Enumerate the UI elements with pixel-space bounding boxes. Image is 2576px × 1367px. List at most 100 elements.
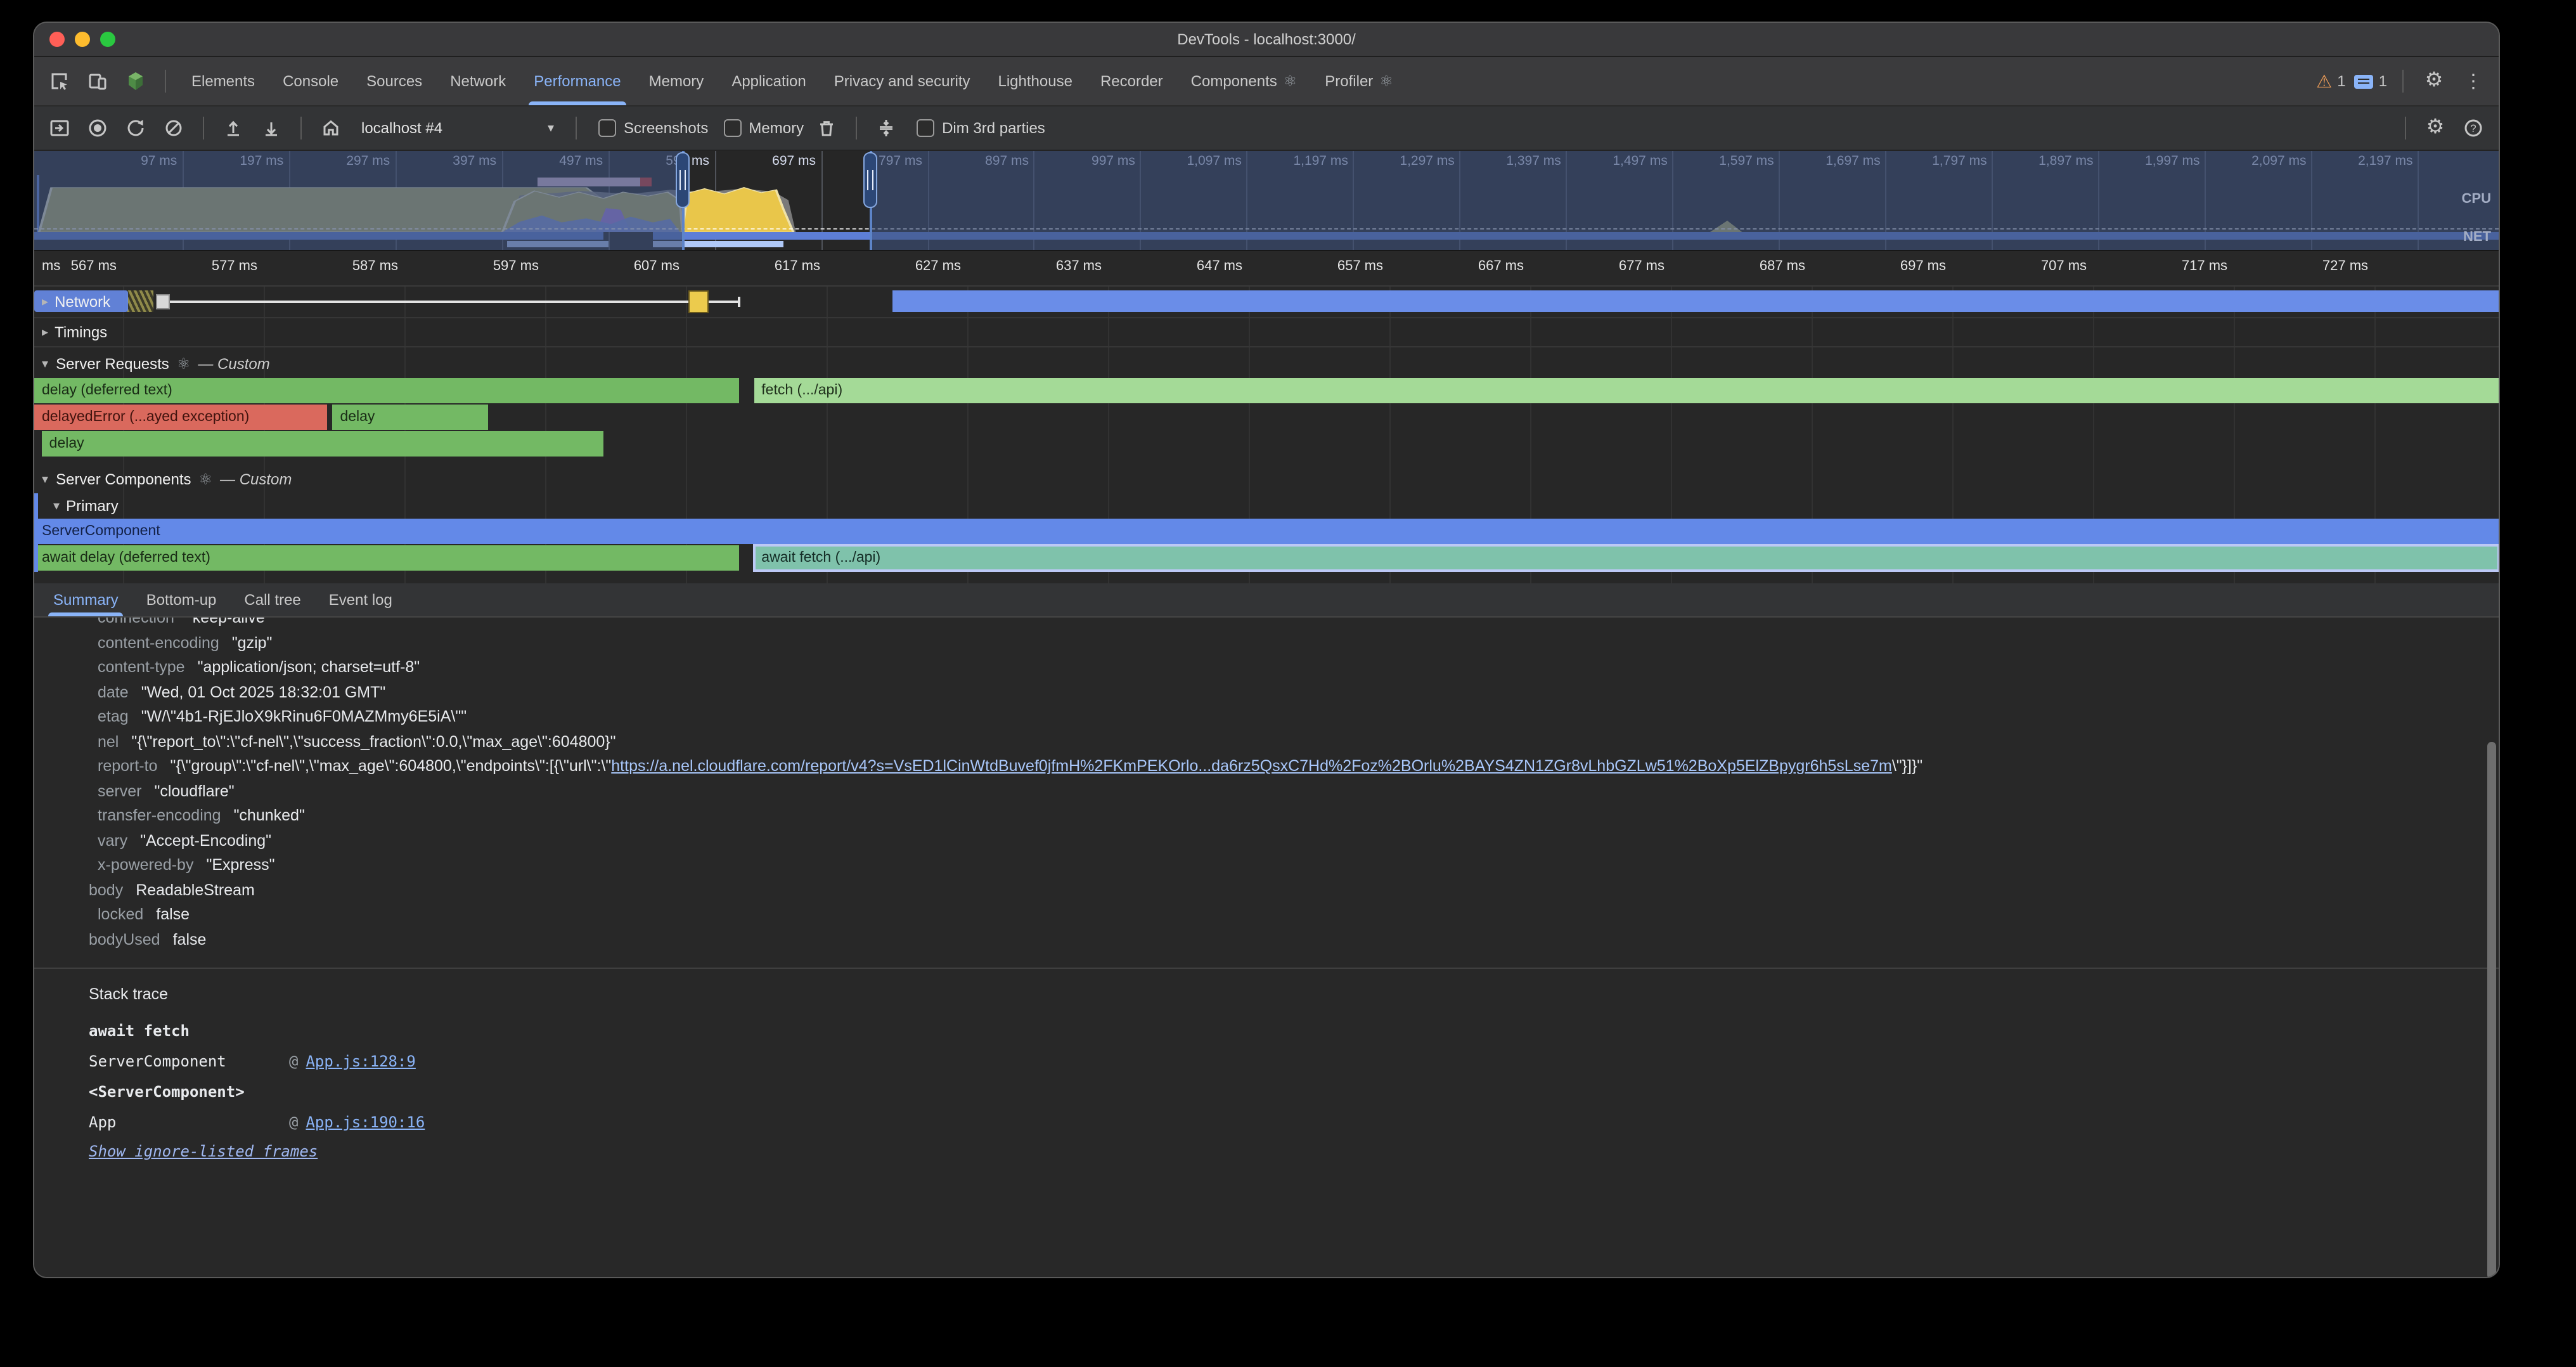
tab-recorder[interactable]: Recorder (1086, 57, 1177, 105)
close-window-button[interactable] (49, 32, 65, 47)
header-value: "chunked" (234, 807, 305, 824)
server-components-header[interactable]: ▾ Server Components ⚛ — Custom (34, 465, 2499, 493)
selection-handle-left[interactable] (676, 152, 690, 208)
details-tab-bottom-up[interactable]: Bottom-up (132, 583, 231, 616)
tab-performance[interactable]: Performance (520, 57, 634, 105)
header-key: content-type (98, 658, 185, 676)
bar-label: delayedError (...ayed exception) (42, 410, 249, 425)
screenshots-checkbox-group[interactable]: Screenshots (598, 119, 708, 137)
dim-3rd-parties-checkbox-group[interactable]: Dim 3rd parties (917, 119, 1045, 137)
servercomponent-bar[interactable]: ServerComponent (34, 519, 2499, 544)
tab-label: Event log (329, 591, 392, 609)
home-icon[interactable] (316, 113, 346, 143)
selection-handle-right[interactable] (863, 152, 877, 208)
delayederror-ayed-exception-bar[interactable]: delayedError (...ayed exception) (34, 405, 328, 430)
await-delay-deferred-text-bar[interactable]: await delay (deferred text) (34, 545, 739, 571)
network-request-selected-box[interactable] (688, 290, 708, 313)
network-track-header[interactable]: ▸ Network (42, 287, 110, 317)
summary-pane[interactable]: connection"keep-alive"content-encoding"g… (34, 618, 2499, 1277)
active-tab-underline (48, 612, 124, 616)
garbage-collect-icon[interactable] (811, 113, 842, 143)
primary-thread-header[interactable]: ▾ Primary (34, 493, 2499, 519)
help-icon[interactable]: ? (2458, 113, 2489, 143)
delay-deferred-text-bar[interactable]: delay (deferred text) (34, 378, 739, 403)
network-track[interactable]: ▸ Network (34, 287, 2499, 318)
tab-profiler[interactable]: Profiler⚛ (1311, 57, 1407, 105)
clear-icon[interactable] (158, 113, 189, 143)
capture-settings-gear-icon[interactable]: ⚙ (2420, 113, 2450, 143)
collapsed-triangle-icon: ▸ (42, 325, 48, 339)
details-scrollbar[interactable] (2487, 742, 2496, 1277)
timeline-tracks[interactable]: ▸ Network ▸ Timings ▾ Server Reque (34, 287, 2499, 583)
tab-components[interactable]: Components⚛ (1177, 57, 1311, 105)
summary-row-date: date"Wed, 01 Oct 2025 18:32:01 GMT" (89, 680, 2499, 705)
frame-location-link[interactable]: App.js:190:16 (306, 1113, 425, 1131)
stack-trace-title: Stack trace (89, 985, 2499, 1003)
delay-bar[interactable]: delay (42, 431, 603, 457)
device-toolbar-icon[interactable] (82, 66, 113, 96)
record-icon[interactable] (82, 113, 113, 143)
timeline-ruler[interactable]: ms 567 ms577 ms587 ms597 ms607 ms617 ms6… (34, 250, 2499, 287)
profile-history-select[interactable]: localhost #4 ▾ (354, 119, 562, 137)
header-key: date (98, 683, 129, 701)
header-key: vary (98, 831, 127, 849)
live-metrics-icon[interactable] (44, 113, 75, 143)
tab-privacy-and-security[interactable]: Privacy and security (820, 57, 984, 105)
timings-track-header[interactable]: ▸ Timings (42, 318, 107, 346)
window-titlebar[interactable]: DevTools - localhost:3000/ (34, 23, 2499, 57)
frame-location-link[interactable]: App.js:128:9 (306, 1053, 415, 1070)
server-requests-label: Server Requests (56, 355, 169, 373)
fetch-api-bar[interactable]: fetch (.../api) (754, 378, 2499, 403)
zoom-window-button[interactable] (100, 32, 115, 47)
minimize-window-button[interactable] (75, 32, 90, 47)
dim-3rd-parties-checkbox[interactable] (917, 119, 934, 137)
reload-and-record-icon[interactable] (120, 113, 151, 143)
header-value: "gzip" (232, 633, 273, 651)
more-options-kebab-icon[interactable]: ⋮ (2458, 66, 2489, 96)
tab-network[interactable]: Network (436, 57, 520, 105)
ruler-time-label: 667 ms (1478, 259, 1524, 274)
settings-gear-icon[interactable]: ⚙ (2419, 66, 2449, 96)
details-tab-summary[interactable]: Summary (39, 583, 132, 616)
details-tab-event-log[interactable]: Event log (315, 583, 406, 616)
tab-elements[interactable]: Elements (177, 57, 269, 105)
timings-track[interactable]: ▸ Timings (34, 318, 2499, 347)
header-value: "Accept-Encoding" (140, 831, 271, 849)
bar-label: delay (340, 410, 375, 425)
save-profile-icon[interactable] (256, 113, 287, 143)
svg-text:?: ? (2470, 122, 2476, 134)
tab-console[interactable]: Console (269, 57, 352, 105)
warnings-badge[interactable]: ⚠ 1 (2316, 72, 2346, 90)
stack-frame-servercomponent: <ServerComponent> (89, 1077, 2499, 1107)
compress-arrows-icon[interactable] (871, 113, 901, 143)
server-requests-lane: delayedError (...ayed exception) delay (34, 405, 2499, 431)
ruler-time-label: 637 ms (1056, 259, 1102, 274)
inspect-element-icon[interactable] (44, 66, 75, 96)
await-fetch-api-bar[interactable]: await fetch (.../api) (754, 545, 2499, 571)
memory-checkbox-group[interactable]: Memory (723, 119, 804, 137)
tab-lighthouse[interactable]: Lighthouse (984, 57, 1086, 105)
issues-badge[interactable]: 1 (2355, 72, 2387, 90)
tab-sources[interactable]: Sources (352, 57, 436, 105)
bar-label: await delay (deferred text) (42, 550, 210, 566)
report-to-link[interactable]: https://a.nel.cloudflare.com/report/v4?s… (611, 757, 1892, 775)
delay-bar[interactable]: delay (332, 405, 487, 430)
network-request-box[interactable] (156, 294, 169, 309)
tab-label: Network (450, 72, 506, 90)
show-ignore-listed-frames-link[interactable]: Show ignore-listed frames (89, 1143, 318, 1160)
network-fetch-request-bar[interactable] (892, 290, 2499, 312)
expanded-triangle-icon: ▾ (42, 472, 48, 486)
server-requests-header[interactable]: ▾ Server Requests ⚛ — Custom (34, 350, 2499, 378)
extension-gem-icon[interactable] (120, 66, 151, 96)
tab-memory[interactable]: Memory (635, 57, 718, 105)
screenshots-checkbox[interactable] (598, 119, 616, 137)
header-value: "keep-alive" (187, 618, 271, 626)
stack-frame-app: App@App.js:190:16 (89, 1107, 2499, 1137)
ruler-time-label: 617 ms (775, 259, 820, 274)
memory-checkbox[interactable] (723, 119, 741, 137)
details-tab-call-tree[interactable]: Call tree (230, 583, 314, 616)
network-track-label: Network (55, 293, 110, 311)
tab-application[interactable]: Application (718, 57, 820, 105)
timeline-overview[interactable]: 97 ms197 ms297 ms397 ms497 ms597 ms697 m… (34, 151, 2499, 250)
load-profile-icon[interactable] (218, 113, 248, 143)
